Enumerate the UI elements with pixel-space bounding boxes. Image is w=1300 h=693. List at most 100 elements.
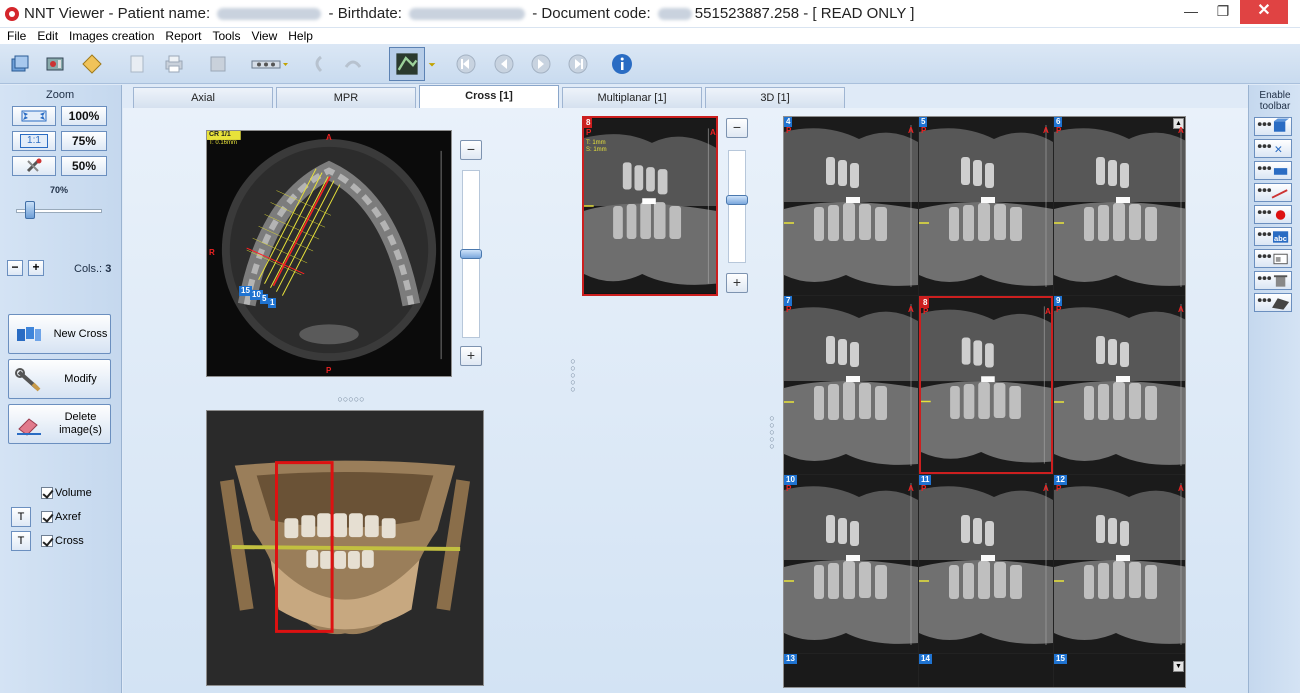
fit-window-button[interactable] [12,106,56,126]
tab-multiplanar[interactable]: Multiplanar [1] [562,87,702,108]
axref-checkbox[interactable]: Axref [41,511,81,523]
minimize-button[interactable]: — [1176,0,1206,24]
horizontal-splitter-grip[interactable]: ○○○○○ [335,395,367,404]
grid-cell-8[interactable]: 8PA [919,296,1053,474]
preview-slider-plus[interactable]: + [726,273,748,293]
modify-button[interactable]: Modify [8,359,111,399]
document-icon[interactable] [124,52,150,76]
doc-code: 551523887.258 [694,5,800,22]
grid-cell-5[interactable]: 5PA [919,117,1053,295]
zoom-slider-thumb[interactable] [25,201,35,219]
last-icon[interactable] [565,52,591,76]
grid-cell-6[interactable]: 6PA [1054,117,1185,295]
right-tool-ruler-m-icon[interactable] [1254,161,1292,180]
grid-cell-4[interactable]: 4PA [784,117,918,295]
axref-t-button[interactable]: T [11,507,31,527]
slice-number: 14 [919,654,932,664]
grid-scroll-down-icon[interactable]: ▼ [1173,661,1184,672]
cols-decrease-button[interactable]: − [7,260,23,276]
cross-preview-view[interactable]: 8 P A T: 1mm S: 1mm [582,116,718,296]
grid-cell-14[interactable]: 14 [919,654,1053,687]
grid-cell-11[interactable]: 11 P A [919,475,1053,653]
zoom-75-button[interactable]: 75% [61,131,107,151]
axial-view[interactable]: CR 1/1 T: 0.16mm A R P 15 10 5 1 [206,130,452,377]
tag-icon[interactable] [79,52,105,76]
menu-images-creation[interactable]: Images creation [65,28,158,44]
stack-icon[interactable] [7,52,33,76]
grid-cell-7[interactable]: 7PA [784,296,918,474]
actual-size-button[interactable]: 1:1 [12,131,56,151]
grid-cell-10[interactable]: 10 P A [784,475,918,653]
zoom-50-button[interactable]: 50% [61,156,107,176]
zoom-100-button[interactable]: 100% [61,106,107,126]
ruler-menu-icon[interactable] [250,52,290,76]
menu-tools[interactable]: Tools [208,28,244,44]
axref-check[interactable] [41,511,53,523]
undo-icon[interactable] [305,52,331,76]
right-tool-line-icon[interactable] [1254,183,1292,202]
tab-3d[interactable]: 3D [1] [705,87,845,108]
close-button[interactable]: ✕ [1240,0,1288,24]
axial-slider-minus[interactable]: − [460,140,482,160]
tab-mpr[interactable]: MPR [276,87,416,108]
slice-number: 13 [784,654,797,664]
read-only-label: - [ READ ONLY ] [799,5,915,22]
image-view-icon[interactable] [389,47,425,81]
right-tool-print-icon[interactable] [1254,293,1292,312]
cross-check[interactable] [41,535,53,547]
preview-slider-minus[interactable]: − [726,118,748,138]
new-cross-button[interactable]: New Cross [8,314,111,354]
menu-edit[interactable]: Edit [33,28,62,44]
birthdate-redacted [409,8,526,21]
tab-cross[interactable]: Cross [1] [419,85,559,110]
first-icon[interactable] [453,52,479,76]
vertical-splitter-grip-1[interactable]: ○ ○ ○ ○ ○ [568,357,578,394]
vertical-splitter-grip-2[interactable]: ○ ○ ○ ○ ○ [767,414,777,451]
preview-info-t: T: 1mm [586,140,606,146]
menu-report[interactable]: Report [161,28,205,44]
orient-left: R [209,248,215,257]
cross-sections-grid[interactable]: 4PA 5PA 6PA 7PA 8 P A 9 P A 10 P A 11 P … [783,116,1186,688]
right-tool-point-icon[interactable] [1254,205,1292,224]
volume-check[interactable] [41,487,53,499]
dropdown-arrow-icon[interactable] [426,52,438,76]
axial-slider-thumb[interactable] [460,249,482,259]
tab-axial[interactable]: Axial [133,87,273,108]
redo-icon[interactable] [340,52,366,76]
right-tool-trash-icon[interactable] [1254,271,1292,290]
next-icon[interactable] [528,52,554,76]
restore-button[interactable]: ❐ [1208,0,1238,24]
right-tool-ruler-x-icon[interactable]: ✕ [1254,139,1292,158]
grid-cell-13[interactable]: 13 [784,654,918,687]
slice-p-label: P [921,126,927,135]
printer-icon[interactable] [161,52,187,76]
grid-cell-15[interactable]: 15 [1054,654,1185,687]
preview-slider-thumb[interactable] [726,195,748,205]
menu-help[interactable]: Help [284,28,317,44]
right-tool-cube-icon[interactable] [1254,117,1292,136]
media-icon[interactable] [42,52,68,76]
delete-images-button[interactable]: Delete image(s) [8,404,111,444]
previous-icon[interactable] [491,52,517,76]
right-tool-window-icon[interactable] [1254,249,1292,268]
cross-label: Cross [55,535,84,547]
delete-images-label: Delete image(s) [59,411,102,436]
zoom-tool-button[interactable] [12,156,56,176]
menu-file[interactable]: File [3,28,30,44]
cols-increase-button[interactable]: + [28,260,44,276]
cross-t-button[interactable]: T [11,531,31,551]
cross-slice-image [784,117,918,295]
3d-volume-view[interactable] [206,410,484,686]
cross-checkbox[interactable]: Cross [41,535,84,547]
volume-checkbox[interactable]: Volume [41,487,92,499]
info-icon[interactable] [609,52,635,76]
menu-view[interactable]: View [247,28,281,44]
stop-icon[interactable] [205,52,231,76]
right-tool-abc-icon[interactable]: abc [1254,227,1292,246]
slice-a-label: A [1043,126,1049,135]
preview-slider-track[interactable] [728,150,746,263]
zoom-slider-value: 70% [50,185,69,195]
grid-cell-9[interactable]: 9PA [1054,296,1185,474]
axial-slider-plus[interactable]: + [460,346,482,366]
grid-cell-12[interactable]: 12 P A [1054,475,1185,653]
